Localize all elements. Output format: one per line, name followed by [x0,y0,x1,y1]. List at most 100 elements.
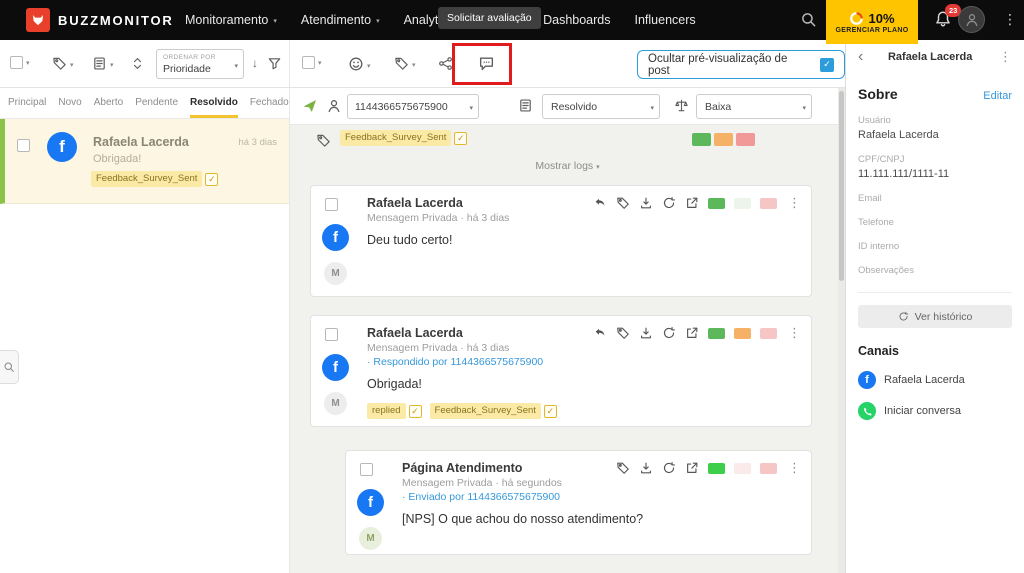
chevron-down-icon: ▾ [650,104,654,112]
user-id-select[interactable]: 1144366575675900 ▾ [347,94,479,119]
history-icon[interactable] [662,461,676,475]
tab-novo[interactable]: Novo [58,88,81,118]
swatch-green[interactable] [692,133,711,146]
search-icon[interactable] [800,11,817,28]
scrollbar[interactable] [838,88,845,573]
priority-select[interactable]: Baixa ▾ [696,94,812,119]
plan-cta[interactable]: GERENCIAR PLANO [836,27,909,34]
message-checkbox[interactable] [360,463,373,476]
swatch-orange[interactable] [714,133,733,146]
swatch-neutral[interactable] [734,198,751,209]
history-icon[interactable] [662,196,676,210]
ticket-list-panel: Principal Novo Aberto Pendente Resolvido… [0,88,290,573]
share-icon[interactable] [438,56,453,71]
ticket-tag[interactable]: Feedback_Survey_Sent ✓ [91,171,218,187]
tab-aberto[interactable]: Aberto [94,88,123,118]
reply-icon[interactable] [593,196,607,210]
external-link-icon[interactable] [685,196,699,210]
nav-item-monitoramento[interactable]: Monitoramento▾ [185,13,277,27]
agent-avatar: M [324,262,347,285]
ticket-checkbox[interactable] [17,139,30,152]
reply-icon[interactable] [593,326,607,340]
download-icon[interactable] [639,326,653,340]
download-icon[interactable] [639,461,653,475]
sort-arrows-icon[interactable] [130,56,145,71]
status-select[interactable]: Resolvido ▾ [542,94,660,119]
sort-direction-icon[interactable]: ↓ [252,56,258,70]
swatch-green[interactable] [708,328,725,339]
channel-whatsapp[interactable]: Iniciar conversa [858,402,1012,420]
user-avatar[interactable] [958,6,985,33]
tag-check-icon[interactable]: ✓ [409,405,422,418]
conversation-tag[interactable]: Feedback_Survey_Sent ✓ [340,130,467,146]
view-history-button[interactable]: Ver histórico [858,305,1012,328]
more-options-icon[interactable]: ⋮ [788,195,801,211]
tag-icon[interactable] [616,196,630,210]
hide-preview-toggle[interactable]: Ocultar pré-visualização de post ✓ [637,50,845,79]
nav-item-influencers[interactable]: Influencers [635,13,696,27]
message-checkbox[interactable] [325,198,338,211]
tag-icon[interactable] [616,326,630,340]
checkbox[interactable] [302,56,315,69]
message-text: [NPS] O que achou do nosso atendimento? [402,512,606,526]
message-reply-info[interactable]: · Respondido por 1144366575675900 [367,356,606,368]
plan-box[interactable]: 10% GERENCIAR PLANO [826,0,918,44]
message-checkbox[interactable] [325,328,338,341]
tab-fechado[interactable]: Fechado [250,88,289,118]
checkbox[interactable] [10,56,23,69]
logo[interactable]: BUZZMONITOR [26,8,174,32]
swatch-red[interactable] [760,328,777,339]
scrollbar-thumb[interactable] [839,91,844,281]
tag-icon[interactable] [616,461,630,475]
swatch-neutral[interactable] [734,463,751,474]
tag-button[interactable]: ▾ [394,56,416,71]
search-flyout-tab[interactable] [0,350,19,384]
swatch-red[interactable] [760,198,777,209]
nav-item-dashboards[interactable]: Dashboards [543,13,610,27]
download-icon[interactable] [639,196,653,210]
notifications-button[interactable]: 23 [934,10,952,28]
swatch-green[interactable] [708,198,725,209]
external-link-icon[interactable] [685,326,699,340]
tab-pendente[interactable]: Pendente [135,88,178,118]
select-all-messages[interactable]: ▾ [302,56,322,69]
tab-principal[interactable]: Principal [8,88,46,118]
edit-link[interactable]: Editar [983,90,1012,102]
tag-check-icon[interactable]: ✓ [454,132,467,145]
nav-item-atendimento[interactable]: Atendimento▾ [301,13,380,27]
user-id-value: 1144366575675900 [355,101,448,113]
ticket-item[interactable]: f Rafaela Lacerda há 3 dias Obrigada! Fe… [0,119,289,204]
back-icon[interactable]: ‹ [858,48,863,66]
swatch-orange[interactable] [734,328,751,339]
tag-check-icon[interactable]: ✓ [205,173,218,186]
swatch-green[interactable] [708,463,725,474]
notes-filter-button[interactable]: ▾ [92,56,114,71]
sort-by-select[interactable]: ORDENAR POR Prioridade ▾ [156,49,244,79]
sentiment-button[interactable]: ▾ [348,56,371,72]
agent-avatar: M [324,392,347,415]
tag-check-icon[interactable]: ✓ [544,405,557,418]
topbar-menu-dots-icon[interactable]: ⋮ [1003,11,1017,28]
send-channel-icon[interactable] [302,98,318,114]
field-usuario: Usuário Rafaela Lacerda [858,115,1012,141]
select-all-tickets[interactable]: ▾ [10,56,30,69]
message-reply-info[interactable]: · Enviado por 1144366575675900 [402,491,606,503]
tab-resolvido[interactable]: Resolvido [190,88,238,118]
show-logs-toggle[interactable]: Mostrar logs ▾ [290,160,845,172]
hide-preview-checkbox[interactable]: ✓ [820,58,834,72]
tag-filter-button[interactable]: ▾ [52,56,74,71]
filter-funnel-icon[interactable] [267,56,282,71]
more-options-icon[interactable]: ⋮ [788,460,801,476]
swatch-red[interactable] [736,133,755,146]
message-tag[interactable]: Feedback_Survey_Sent ✓ [430,403,557,419]
external-link-icon[interactable] [685,461,699,475]
swatch-red[interactable] [760,463,777,474]
request-review-chat-icon[interactable] [478,55,495,72]
history-icon[interactable] [662,326,676,340]
profile-menu-icon[interactable]: ⋮ [999,49,1012,65]
tag-icon[interactable] [316,133,331,148]
message-tag[interactable]: replied ✓ [367,403,422,419]
more-options-icon[interactable]: ⋮ [788,325,801,341]
channel-facebook[interactable]: f Rafaela Lacerda [858,371,1012,389]
field-label: Observações [858,265,1012,276]
